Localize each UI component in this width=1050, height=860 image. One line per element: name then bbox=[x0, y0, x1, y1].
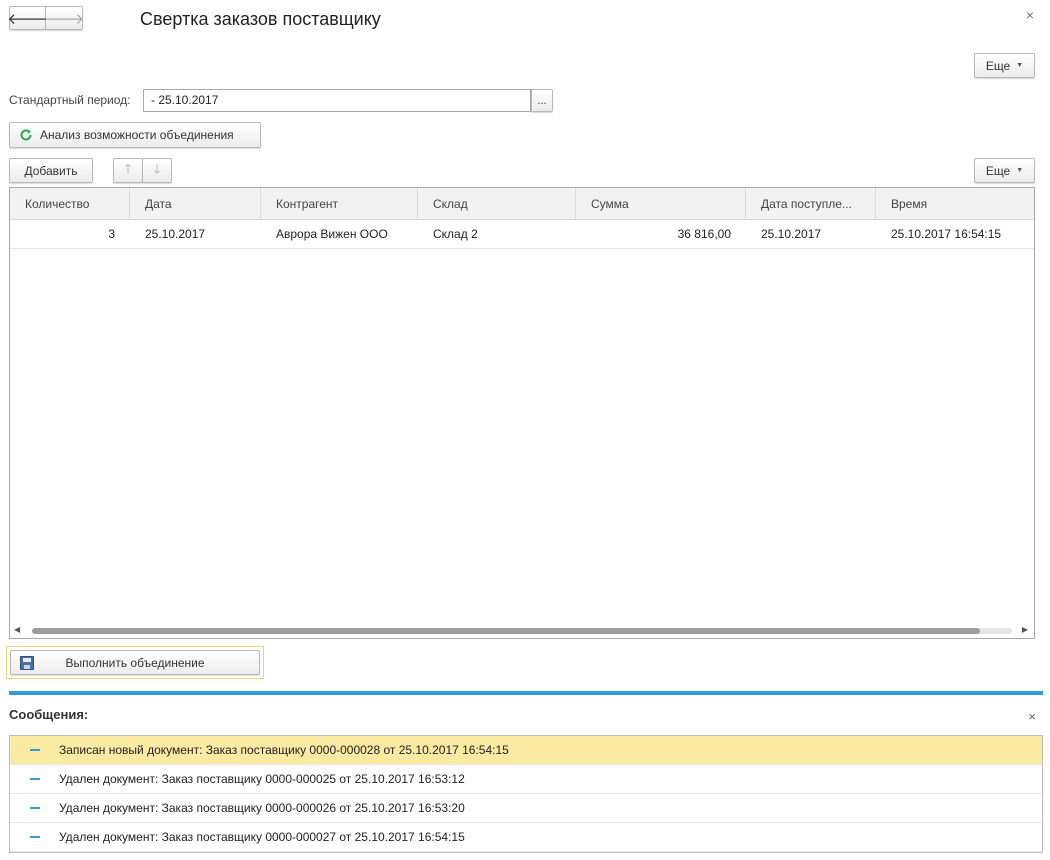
page-title: Свертка заказов поставщику bbox=[140, 9, 381, 29]
close-icon[interactable]: × bbox=[1026, 7, 1034, 23]
messages-list: Записан новый документ: Заказ поставщику… bbox=[9, 735, 1043, 853]
forward-button[interactable]: 🡒 bbox=[43, 6, 85, 30]
arrow-up-icon: 🡑 bbox=[124, 160, 132, 176]
analyze-merge-label: Анализ возможности объединения bbox=[40, 128, 234, 142]
cell-warehouse: Склад 2 bbox=[433, 227, 478, 241]
messages-divider[interactable] bbox=[9, 691, 1043, 695]
messages-title: Сообщения: bbox=[9, 707, 89, 722]
cell-arrival-date: 25.10.2017 bbox=[761, 227, 822, 241]
message-item[interactable]: Удален документ: Заказ поставщику 0000-0… bbox=[10, 823, 1042, 852]
horizontal-scrollbar[interactable]: ◀ ▶ bbox=[10, 624, 1034, 638]
arrow-right-icon: 🡒 bbox=[43, 10, 85, 28]
column-header-quantity[interactable]: Количество bbox=[10, 188, 130, 220]
cell-quantity: 3 bbox=[108, 227, 115, 241]
scrollbar-thumb[interactable] bbox=[32, 628, 980, 634]
column-header-sum[interactable]: Сумма bbox=[576, 188, 746, 220]
message-item[interactable]: Удален документ: Заказ поставщику 0000-0… bbox=[10, 765, 1042, 794]
period-input[interactable]: - 25.10.2017 bbox=[143, 89, 531, 112]
column-header-time[interactable]: Время bbox=[876, 188, 1034, 220]
table-more-button[interactable]: Еще ▼ bbox=[974, 158, 1035, 183]
message-text: Удален документ: Заказ поставщику 0000-0… bbox=[59, 801, 465, 815]
dropdown-arrow-icon: ▼ bbox=[1016, 62, 1024, 69]
scroll-right-icon[interactable]: ▶ bbox=[1022, 625, 1028, 634]
period-select-button[interactable]: ... bbox=[531, 89, 553, 112]
column-header-date[interactable]: Дата bbox=[130, 188, 261, 220]
column-header-arrival-date[interactable]: Дата поступле... bbox=[746, 188, 876, 220]
more-button-label: Еще bbox=[985, 58, 1011, 73]
messages-close-icon[interactable]: × bbox=[1028, 709, 1036, 724]
refresh-icon bbox=[20, 129, 32, 141]
message-dash-icon bbox=[30, 807, 40, 809]
column-header-counterparty[interactable]: Контрагент bbox=[261, 188, 418, 220]
message-item[interactable]: Удален документ: Заказ поставщику 0000-0… bbox=[10, 794, 1042, 823]
arrow-down-icon: 🡓 bbox=[153, 160, 161, 176]
table-more-button-label: Еще bbox=[985, 163, 1011, 178]
orders-table[interactable]: Количество Дата Контрагент Склад Сумма Д… bbox=[9, 187, 1035, 639]
arrow-left-icon: 🡐 bbox=[7, 10, 48, 28]
cell-time: 25.10.2017 16:54:15 bbox=[891, 227, 1002, 241]
add-button[interactable]: Добавить bbox=[9, 158, 93, 183]
message-text: Удален документ: Заказ поставщику 0000-0… bbox=[59, 830, 465, 844]
move-down-button[interactable]: 🡓 bbox=[142, 158, 172, 183]
scroll-left-icon[interactable]: ◀ bbox=[14, 625, 20, 634]
cell-sum: 36 816,00 bbox=[677, 227, 731, 241]
table-row[interactable]: 3 25.10.2017 Аврора Вижен ООО Склад 2 36… bbox=[10, 220, 1034, 249]
back-button[interactable]: 🡐 bbox=[7, 6, 48, 30]
execute-merge-button[interactable]: Выполнить объединение bbox=[10, 650, 260, 675]
cell-date: 25.10.2017 bbox=[145, 227, 206, 241]
more-button[interactable]: Еще ▼ bbox=[974, 53, 1035, 78]
message-dash-icon bbox=[30, 749, 40, 751]
table-header: Количество Дата Контрагент Склад Сумма Д… bbox=[10, 188, 1034, 220]
period-label: Стандартный период: bbox=[9, 93, 131, 107]
move-up-button[interactable]: 🡑 bbox=[113, 158, 143, 183]
message-text: Удален документ: Заказ поставщику 0000-0… bbox=[59, 772, 465, 786]
cell-counterparty: Аврора Вижен ООО bbox=[276, 227, 388, 241]
message-dash-icon bbox=[30, 836, 40, 838]
dropdown-arrow-icon: ▼ bbox=[1016, 167, 1024, 174]
message-text: Записан новый документ: Заказ поставщику… bbox=[59, 743, 509, 757]
message-item[interactable]: Записан новый документ: Заказ поставщику… bbox=[10, 736, 1042, 765]
analyze-merge-button[interactable]: Анализ возможности объединения bbox=[9, 122, 261, 148]
message-dash-icon bbox=[30, 778, 40, 780]
execute-button-focus: Выполнить объединение bbox=[6, 646, 264, 679]
column-header-warehouse[interactable]: Склад bbox=[418, 188, 576, 220]
navigation-buttons: 🡐 🡒 bbox=[7, 6, 85, 30]
execute-merge-label: Выполнить объединение bbox=[65, 656, 205, 670]
